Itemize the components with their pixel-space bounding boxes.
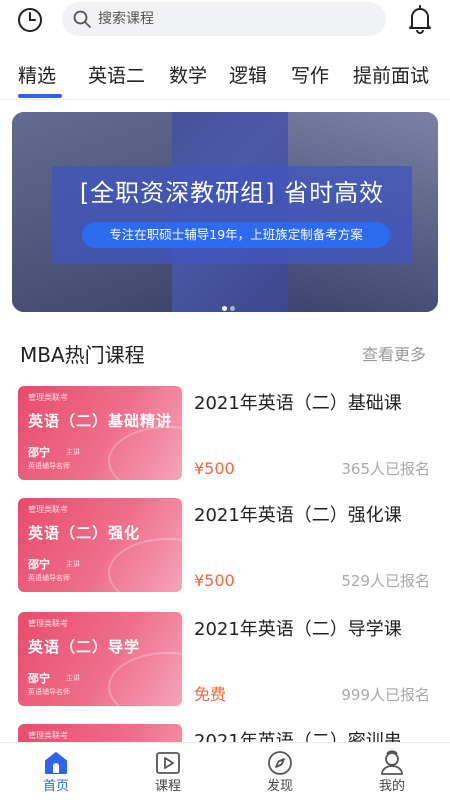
thumb-tag: 英语辅导名师 [28, 462, 70, 470]
course-title: 2021年英语（二）强化课 [194, 505, 402, 526]
thumb-title: 英语（二）基础精讲 [28, 412, 173, 430]
thumb-category: 管理类联考 [28, 393, 68, 402]
tabbar-discover-label: 发现 [266, 779, 293, 794]
profile-icon [381, 750, 403, 775]
course-title: 2021年英语（二）导学课 [194, 619, 402, 640]
tab-writing[interactable]: 写作 [291, 64, 329, 88]
course-price: 免费 [194, 685, 227, 704]
course-item[interactable]: 管理类联考 英语（二）强化 邵宁 主讲 英语辅导名师 2021年英语（二）强化课… [0, 498, 450, 594]
history-clock-icon[interactable] [16, 6, 44, 34]
course-item[interactable]: 管理类联考 英语（二）导学 邵宁 主讲 英语辅导名师 2021年英语（二）导学课… [0, 612, 450, 708]
notification-bell-icon[interactable] [406, 4, 434, 34]
thumb-tag: 英语辅导名师 [28, 574, 70, 582]
banner-subline: 专注在职硕士辅导19年，上班族定制备考方案 [109, 227, 363, 242]
tabbar-profile[interactable]: 我的 [362, 749, 422, 799]
thumb-teacher: 邵宁 [28, 558, 50, 571]
category-tabs: 精选 英语二 数学 逻辑 写作 提前面试 [0, 52, 450, 100]
thumb-category: 管理类联考 [28, 731, 68, 740]
thumb-role: 主讲 [66, 674, 80, 682]
thumb-tag: 英语辅导名师 [28, 688, 70, 696]
thumb-teacher: 邵宁 [28, 672, 50, 685]
search-icon [73, 10, 91, 28]
carousel-dot [230, 306, 235, 311]
course-title: 2021年英语（二）基础课 [194, 393, 402, 414]
tabbar-home[interactable]: 首页 [26, 749, 86, 799]
thumb-role: 主讲 [66, 448, 80, 456]
enrolled-count: 999人已报名 [341, 686, 430, 704]
tab-featured[interactable]: 精选 [18, 64, 56, 88]
see-more-link[interactable]: 查看更多 [362, 344, 426, 366]
video-icon [156, 752, 180, 774]
search-input[interactable]: 搜索课程 [62, 2, 386, 36]
course-thumbnail: 管理类联考 英语（二）导学 邵宁 主讲 英语辅导名师 [18, 612, 182, 706]
search-placeholder: 搜索课程 [98, 11, 154, 27]
thumb-decoration [108, 538, 182, 592]
banner-panel: [全职资深教研组] 省时高效 专注在职硕士辅导19年，上班族定制备考方案 [52, 166, 412, 264]
thumb-decoration [108, 652, 182, 706]
section-title: MBA热门课程 [20, 343, 145, 367]
tabbar-courses-label: 课程 [154, 779, 181, 794]
top-bar: 搜索课程 [0, 0, 450, 40]
course-price: ¥500 [194, 459, 235, 478]
enrolled-count: 365人已报名 [341, 460, 430, 478]
tabbar-home-label: 首页 [42, 779, 69, 794]
carousel-dot-active [222, 306, 227, 311]
thumb-category: 管理类联考 [28, 619, 68, 628]
carousel-dots [222, 296, 242, 311]
tab-math[interactable]: 数学 [169, 64, 207, 88]
tab-early-interview[interactable]: 提前面试 [353, 64, 429, 88]
thumb-category: 管理类联考 [28, 505, 68, 514]
tab-english-2[interactable]: 英语二 [88, 64, 145, 88]
course-item[interactable]: 管理类联考 英语（二）基础精讲 邵宁 主讲 英语辅导名师 2021年英语（二）基… [0, 386, 450, 482]
tab-logic[interactable]: 逻辑 [229, 64, 267, 88]
tabbar-profile-label: 我的 [378, 779, 405, 794]
home-icon [45, 752, 67, 774]
tabbar-discover[interactable]: 发现 [250, 749, 310, 799]
banner-subline-pill: 专注在职硕士辅导19年，上班族定制备考方案 [82, 222, 390, 248]
course-thumbnail: 管理类联考 英语（二）强化 邵宁 主讲 英语辅导名师 [18, 498, 182, 592]
promo-banner[interactable]: [全职资深教研组] 省时高效 专注在职硕士辅导19年，上班族定制备考方案 [12, 112, 438, 312]
course-thumbnail: 管理类联考 英语（二）基础精讲 邵宁 主讲 英语辅导名师 [18, 386, 182, 480]
course-price: ¥500 [194, 571, 235, 590]
enrolled-count: 529人已报名 [341, 572, 430, 590]
thumb-teacher: 邵宁 [28, 446, 50, 459]
thumb-role: 主讲 [66, 560, 80, 568]
compass-icon [268, 751, 292, 775]
tabbar-courses[interactable]: 课程 [138, 749, 198, 799]
bottom-tab-bar: 首页 课程 发现 我的 [0, 742, 450, 800]
active-tab-indicator [18, 94, 62, 98]
thumb-decoration [108, 426, 182, 480]
thumb-title: 英语（二）强化 [28, 524, 141, 542]
banner-headline: [全职资深教研组] 省时高效 [79, 179, 385, 207]
thumb-title: 英语（二）导学 [28, 638, 141, 656]
